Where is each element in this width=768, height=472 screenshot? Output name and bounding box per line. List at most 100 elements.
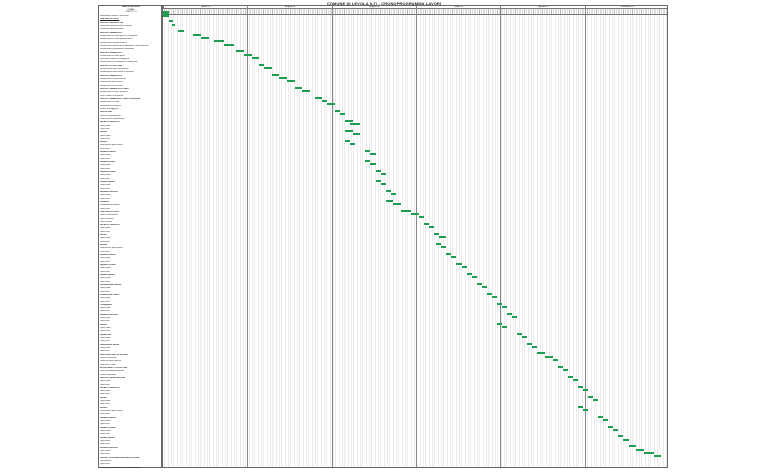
task-row: Opere finite xyxy=(100,127,110,130)
task-row: Realizzazione di pavimenti e rivestiment… xyxy=(100,48,135,51)
task-row: Pavimentazione interna xyxy=(100,204,120,207)
gantt-bar xyxy=(603,418,609,421)
task-row: Impianto elettrico xyxy=(100,254,116,257)
task-row: Opere finite xyxy=(100,187,110,190)
task-row: Opere di demolizione xyxy=(100,214,118,217)
task-row: Realizzazione di controsoffitti e coiben… xyxy=(100,61,138,64)
task-row: Impianti speciali xyxy=(100,436,115,439)
task-row: Sistemazione pareti interne xyxy=(100,410,123,413)
gantt-bar xyxy=(213,40,224,43)
task-row: Rimozione impianti esistenti xyxy=(100,28,124,31)
gantt-bar xyxy=(172,23,176,26)
task-row: LAVORI DI DEMOLIZIONE xyxy=(100,21,124,24)
gantt-bar xyxy=(608,425,614,428)
gantt-bar xyxy=(653,455,662,458)
month-separator xyxy=(500,6,501,467)
task-row: Opere finite xyxy=(100,207,110,210)
task-row: CANTIERE LEVOLA 1 xyxy=(100,18,120,21)
task-row: Opere strutturali xyxy=(100,217,114,220)
task-row: Opere finite xyxy=(100,250,110,253)
task-row: Impianto Termico xyxy=(100,264,116,266)
task-row: Opere prime xyxy=(100,327,111,330)
gantt-bar xyxy=(433,232,439,235)
gantt-bar xyxy=(456,262,462,265)
gantt-bar xyxy=(345,139,351,142)
gantt-bar xyxy=(350,123,361,126)
task-row: Opere finite xyxy=(100,413,110,416)
gantt-bar xyxy=(572,379,578,382)
task-header-type: CAPPOTTI xyxy=(125,11,137,14)
task-row: Opere finite xyxy=(100,423,110,426)
task-row: Opere finite xyxy=(100,137,110,140)
task-row: Opere finite xyxy=(100,453,110,456)
task-row: Opere di rimozione xyxy=(100,356,116,359)
gantt-bar xyxy=(370,153,376,156)
gantt-bar xyxy=(598,415,604,418)
task-row: Realizzazione di opere esterne xyxy=(100,78,126,81)
month-separator xyxy=(416,6,417,467)
task-row: Finiture e tinteggiature xyxy=(100,107,119,110)
month-header: maggio-25 xyxy=(247,6,332,9)
gantt-bar xyxy=(390,193,396,196)
task-row: Opere prime xyxy=(100,400,111,403)
gantt-bar xyxy=(588,395,594,398)
task-row: Opere finite xyxy=(100,157,110,160)
task-row: Opere impermeabilizzazione xyxy=(100,370,124,373)
task-row: Rimozione del manto di copertura xyxy=(100,68,129,71)
task-row: Opere finite xyxy=(100,197,110,200)
gantt-bar xyxy=(593,398,599,401)
task-row: Realizzazione finiture xyxy=(100,343,120,346)
task-row: Demolizione pavimentazione esistente xyxy=(100,24,133,27)
gantt-chart-area: aprile-25 maggio-25 giugno-25 luglio-25 agos… xyxy=(162,5,668,468)
task-row: Realizzazione di nuove partizioni xyxy=(100,91,128,94)
gantt-bar xyxy=(322,100,328,103)
gantt-bar xyxy=(259,63,265,66)
task-row: Opere di nuova copertura xyxy=(100,360,122,363)
task-row: Opere finite xyxy=(100,260,110,263)
gantt-bar xyxy=(380,173,386,176)
task-row: Opere finite xyxy=(100,167,110,170)
gantt-bar xyxy=(251,56,260,59)
task-row: LAVORI DI SISTEMAZIONE AREE ESTERNE xyxy=(100,456,140,459)
task-row: Opere prime xyxy=(100,337,111,340)
gantt-bar xyxy=(628,445,637,448)
gantt-bar xyxy=(423,222,429,225)
gantt-bar xyxy=(446,252,452,255)
gantt-bar xyxy=(623,438,629,441)
task-row: Realizzazione impianto di riscaldamento … xyxy=(100,44,149,47)
gantt-bar xyxy=(496,302,502,305)
task-row: Opere finite xyxy=(100,403,110,406)
task-row: INFISSI xyxy=(100,131,107,134)
task-row: Opere finite xyxy=(100,393,110,396)
day-header xyxy=(163,9,667,15)
task-row: LAVORI DI FABBRICATO PIANO xyxy=(100,88,129,91)
task-row: Opere prime xyxy=(100,439,111,442)
gantt-bar xyxy=(375,169,381,172)
gantt-bar xyxy=(193,33,201,36)
task-row: Impianto elettrico xyxy=(100,151,116,154)
task-row: Impianto Termico xyxy=(100,426,116,429)
task-row: Opere prime xyxy=(100,257,111,260)
task-row: Opere finite xyxy=(100,383,110,386)
task-row: Sistemazione aree esterne xyxy=(100,81,123,84)
gantt-bar xyxy=(400,209,411,212)
task-row: Opere prime xyxy=(100,287,111,290)
gantt-bar xyxy=(636,448,644,451)
task-row: Intonaci xyxy=(100,244,108,247)
task-row: Opere di completamento xyxy=(100,114,121,117)
gantt-bar xyxy=(438,236,447,239)
task-row: Intonaci xyxy=(100,406,108,409)
task-row: Opere prime xyxy=(100,390,111,393)
task-row: Opere murarie xyxy=(100,220,113,223)
task-row: Sistemazione esterna xyxy=(100,293,120,296)
task-row: REALIZZAZIONE COPERTURA xyxy=(100,353,128,356)
task-row: Opere prime xyxy=(100,134,111,137)
gantt-bar xyxy=(502,325,508,328)
gantt-bar xyxy=(461,266,467,269)
month-header: aprile-25 xyxy=(163,6,248,9)
gantt-bar xyxy=(527,342,533,345)
gantt-bar xyxy=(545,355,553,358)
task-row: LAVORI DI FABBRICATO PIANO SUPERIORE xyxy=(100,98,141,100)
task-row: LAVORI DI COPERTURA xyxy=(100,64,122,67)
task-row: Rifacimento intonaci e tinteggiature xyxy=(100,58,130,61)
